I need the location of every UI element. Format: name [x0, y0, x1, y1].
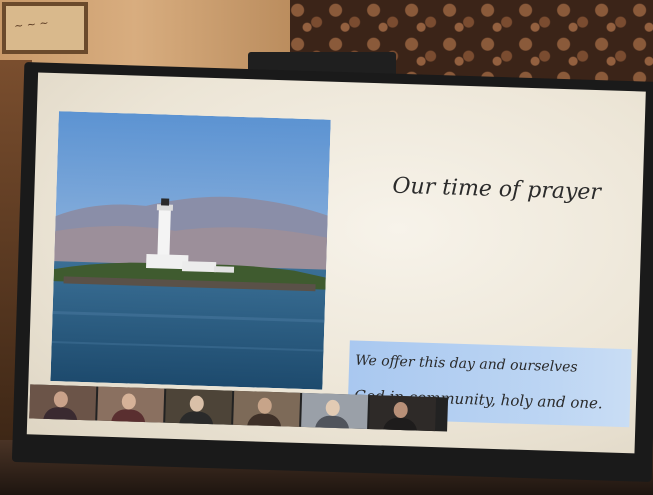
participant-body: [43, 406, 78, 421]
participant-head: [325, 399, 340, 417]
participant-body: [383, 417, 418, 432]
participant-body: [315, 415, 350, 429]
lighthouse-photo-image: [50, 111, 331, 390]
participant-head: [121, 393, 137, 410]
video-tile[interactable]: [165, 388, 233, 425]
frame-artwork: ~ ~ ~: [13, 16, 50, 33]
participant-body: [111, 408, 146, 423]
monitor: Our time of prayer We offer this day and…: [11, 62, 653, 482]
slide-screen: Our time of prayer We offer this day and…: [26, 72, 646, 454]
participant-head: [53, 391, 69, 408]
slide-title: Our time of prayer: [392, 173, 602, 206]
participant-body: [179, 411, 214, 425]
participant-body: [247, 413, 282, 427]
video-tile[interactable]: [29, 384, 97, 421]
participant-head: [257, 397, 273, 414]
video-tile[interactable]: [369, 395, 437, 432]
participant-head: [189, 395, 205, 412]
video-tile[interactable]: [233, 390, 301, 427]
video-tile[interactable]: [97, 386, 165, 423]
wall-picture-frame: ~ ~ ~: [2, 2, 88, 54]
caption-line-1: We offer this day and ourselves: [354, 352, 578, 376]
participant-head: [393, 401, 408, 419]
lighthouse-photo: [50, 111, 331, 390]
video-tile[interactable]: [301, 392, 369, 429]
